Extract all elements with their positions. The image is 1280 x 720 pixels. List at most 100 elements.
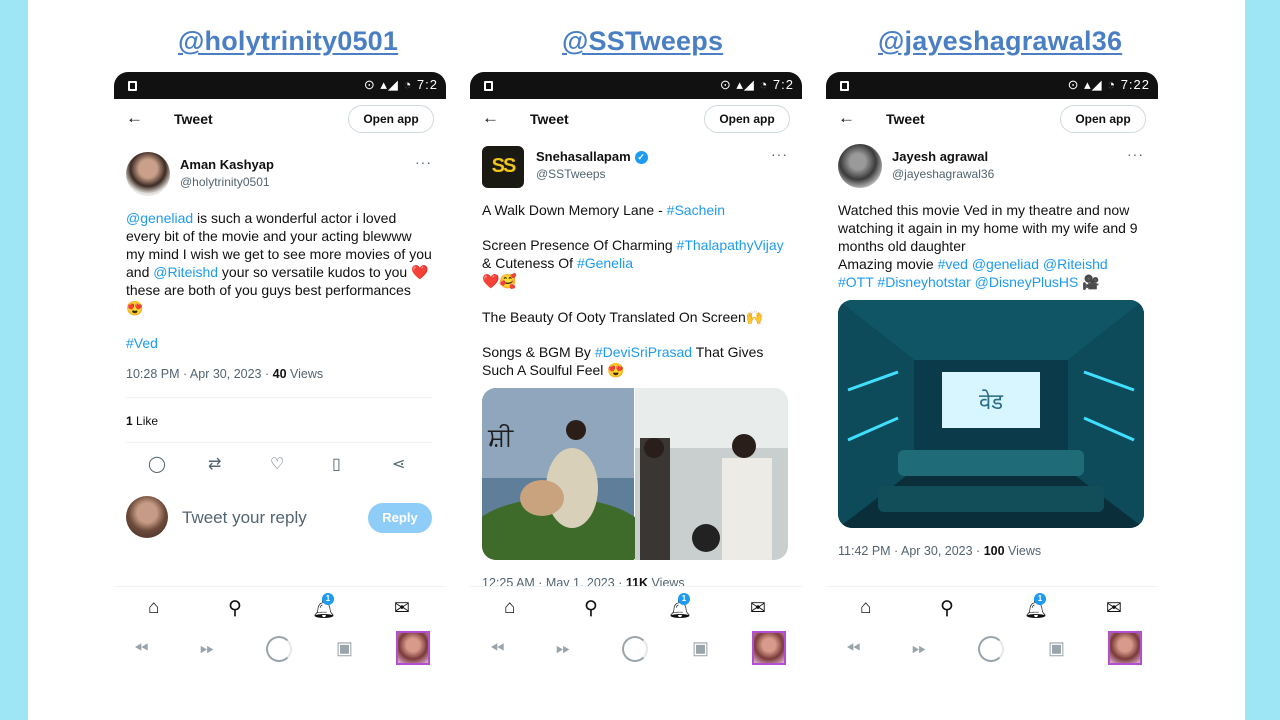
rewind-icon[interactable]: ⏪︎ — [490, 638, 504, 659]
tweet-line-3: The Beauty Of Ooty Translated On Screen🙌 — [482, 309, 764, 325]
hashtag-link[interactable]: #Ved — [126, 334, 432, 352]
screen-text: वेड — [978, 390, 1003, 415]
app-icon — [840, 81, 849, 91]
hashtag-link[interactable]: #ThalapathyVijay — [677, 237, 784, 253]
bookmark-icon[interactable]: ▯ — [332, 454, 341, 474]
mail-icon[interactable]: ✉ — [1106, 597, 1122, 620]
tweet-text: Watched this movie Ved in my theatre and… — [838, 202, 1138, 290]
notification-badge: 1 — [678, 593, 690, 605]
mail-icon[interactable]: ✉ — [394, 597, 410, 620]
reply-composer: Tweet your reply Reply — [126, 496, 432, 540]
phone-screen-2: ⊙ ▴◢ ◔ 7:2 ← Tweet Open app SS Snehasall… — [470, 72, 802, 682]
header-title: Tweet — [530, 111, 569, 127]
profile-thumbnail[interactable] — [1108, 631, 1142, 665]
avatar — [126, 496, 168, 538]
author-handle[interactable]: @SSTweeps — [536, 167, 606, 181]
avatar[interactable] — [838, 144, 882, 188]
notification-badge: 1 — [1034, 593, 1046, 605]
more-icon[interactable]: ··· — [415, 154, 432, 170]
app-icon — [128, 81, 137, 91]
system-bar: ⏪︎ ⏩︎ ▣ — [826, 630, 1158, 670]
tweet-media[interactable]: वेड — [838, 300, 1144, 528]
column-title-2: @SSTweeps — [562, 26, 724, 56]
bottom-nav: ⌂ ⚲ 🔔︎ 1 ✉ — [114, 586, 446, 630]
profile-thumbnail[interactable] — [396, 631, 430, 665]
divider — [126, 442, 432, 443]
open-app-button[interactable]: Open app — [348, 105, 434, 133]
heart-icon[interactable]: ♡ — [270, 454, 284, 474]
header-title: Tweet — [886, 111, 925, 127]
profile-thumbnail[interactable] — [752, 631, 786, 665]
movie-stills-image: ਸ਼ੀ — [482, 388, 788, 560]
tweet-line-4: Songs & BGM By #DeviSriPrasad That Gives… — [482, 344, 764, 378]
bottom-nav: ⌂ ⚲ 🔔︎ 1 ✉ — [470, 586, 802, 630]
loading-circle-icon — [266, 636, 292, 662]
tweet-actions: ◯ ⇄ ♡ ▯ ⋖ — [126, 454, 432, 478]
hashtag-link[interactable]: #Genelia — [577, 255, 633, 271]
fast-forward-icon[interactable]: ⏩︎ — [200, 638, 214, 659]
author-handle[interactable]: @holytrinity0501 — [180, 175, 270, 189]
notification-badge: 1 — [322, 593, 334, 605]
retweet-icon[interactable]: ⇄ — [208, 454, 221, 474]
ss-logo-avatar[interactable]: SS — [482, 146, 524, 188]
home-icon[interactable]: ⌂ — [504, 597, 515, 619]
reply-icon[interactable]: ◯ — [148, 454, 166, 474]
rewind-icon[interactable]: ⏪︎ — [134, 638, 148, 659]
mention-link[interactable]: @geneliad — [126, 210, 193, 226]
search-icon[interactable]: ⚲ — [940, 597, 954, 620]
box-icon[interactable]: ▣ — [336, 638, 353, 659]
status-icons: ⊙ ▴◢ ◔ 7:2 — [719, 77, 794, 92]
reply-button[interactable]: Reply — [368, 503, 432, 533]
avatar[interactable] — [126, 152, 170, 196]
status-icons: ⊙ ▴◢ ◔ 7:2 — [363, 77, 438, 92]
tweet-header: ← Tweet Open app — [470, 99, 802, 141]
divider — [126, 397, 432, 398]
author-name[interactable]: Jayesh agrawal — [892, 149, 988, 164]
loading-circle-icon — [622, 636, 648, 662]
reply-input[interactable]: Tweet your reply — [182, 508, 307, 528]
status-bar: ⊙ ▴◢ ◔ 7:2 — [470, 72, 802, 99]
open-app-button[interactable]: Open app — [704, 105, 790, 133]
status-icons: ⊙ ▴◢ ◔ 7:22 — [1067, 77, 1150, 92]
arrow-left-icon[interactable]: ← — [482, 108, 499, 128]
column-title-3: @jayeshagrawal36 — [878, 26, 1123, 56]
open-app-button[interactable]: Open app — [1060, 105, 1146, 133]
phone-screen-1: ⊙ ▴◢ ◔ 7:2 ← Tweet Open app Aman Kashyap… — [114, 72, 446, 682]
hashtag-link[interactable]: #Sachein — [667, 202, 725, 218]
loading-circle-icon — [978, 636, 1004, 662]
more-icon[interactable]: ··· — [771, 146, 788, 162]
home-icon[interactable]: ⌂ — [860, 597, 871, 619]
tweet-header: ← Tweet Open app — [114, 99, 446, 141]
home-icon[interactable]: ⌂ — [148, 597, 159, 619]
search-icon[interactable]: ⚲ — [584, 597, 598, 620]
bottom-nav: ⌂ ⚲ 🔔︎ 1 ✉ — [826, 586, 1158, 630]
like-count[interactable]: 1 Like — [126, 414, 158, 428]
hashtag-link[interactable]: #DeviSriPrasad — [595, 344, 692, 360]
author-name[interactable]: Aman Kashyap — [180, 157, 274, 172]
system-bar: ⏪︎ ⏩︎ ▣ — [114, 630, 446, 670]
search-icon[interactable]: ⚲ — [228, 597, 242, 620]
box-icon[interactable]: ▣ — [692, 638, 709, 659]
verified-icon: ✓ — [634, 151, 648, 165]
stage: @holytrinity0501 @SSTweeps @jayeshagrawa… — [28, 0, 1245, 720]
mention-link[interactable]: @Riteishd — [153, 264, 218, 280]
author-name[interactable]: Snehasallapam ✓ — [536, 149, 648, 165]
fast-forward-icon[interactable]: ⏩︎ — [912, 638, 926, 659]
header-title: Tweet — [174, 111, 213, 127]
tweet-header: ← Tweet Open app — [826, 99, 1158, 141]
author-handle[interactable]: @jayeshagrawal36 — [892, 167, 994, 181]
rewind-icon[interactable]: ⏪︎ — [846, 638, 860, 659]
share-icon[interactable]: ⋖ — [392, 454, 405, 474]
tweet-line-1: A Walk Down Memory Lane - #Sachein — [482, 202, 726, 218]
mail-icon[interactable]: ✉ — [750, 597, 766, 620]
status-bar: ⊙ ▴◢ ◔ 7:22 — [826, 72, 1158, 99]
tweet-line-2: Screen Presence Of Charming #ThalapathyV… — [482, 237, 784, 289]
more-icon[interactable]: ··· — [1127, 146, 1144, 162]
system-bar: ⏪︎ ⏩︎ ▣ — [470, 630, 802, 670]
box-icon[interactable]: ▣ — [1048, 638, 1065, 659]
tweet-media[interactable]: ਸ਼ੀ — [482, 388, 788, 560]
phone-screen-3: ⊙ ▴◢ ◔ 7:22 ← Tweet Open app Jayesh agra… — [826, 72, 1158, 682]
fast-forward-icon[interactable]: ⏩︎ — [556, 638, 570, 659]
arrow-left-icon[interactable]: ← — [126, 108, 143, 128]
arrow-left-icon[interactable]: ← — [838, 108, 855, 128]
